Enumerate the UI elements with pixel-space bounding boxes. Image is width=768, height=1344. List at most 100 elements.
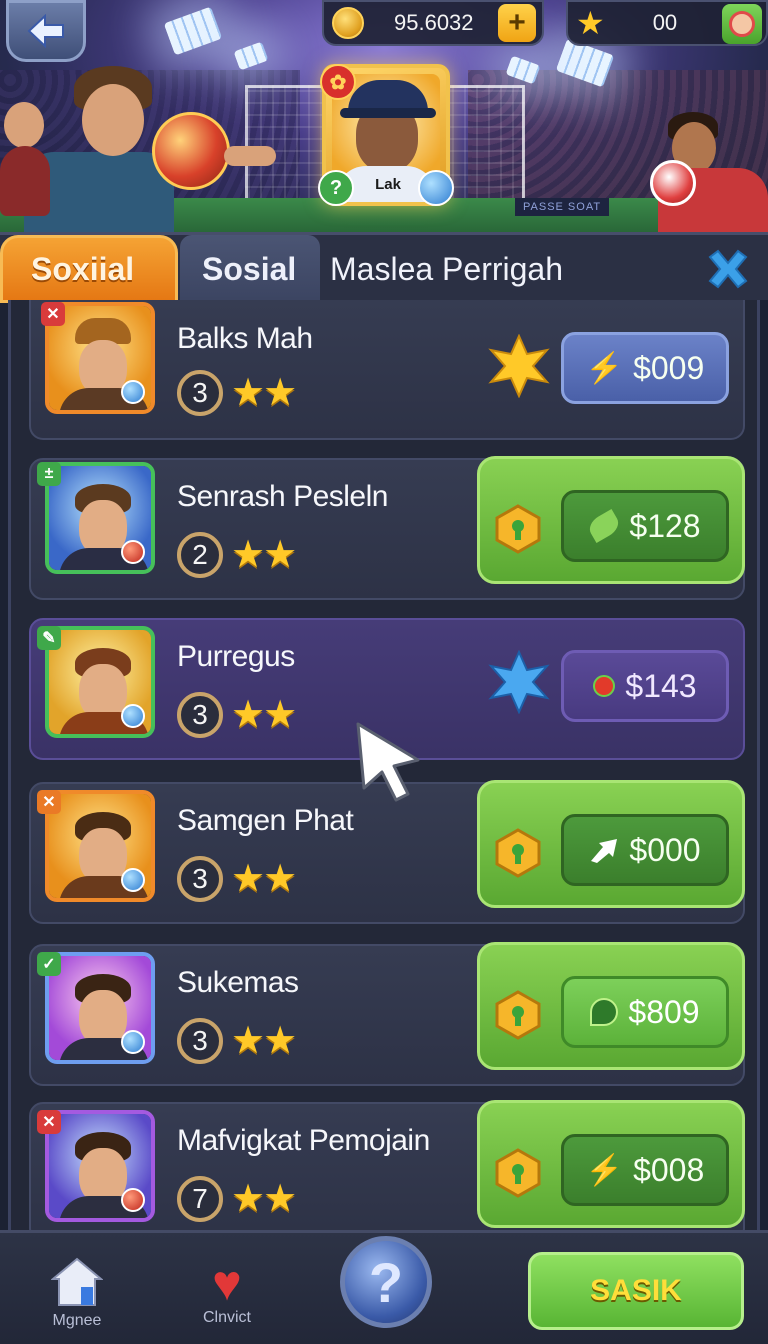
add-icon[interactable]: ✎ <box>37 626 61 650</box>
nav-home-label: Mgnee <box>52 1312 102 1329</box>
hero-player-bg <box>0 96 50 216</box>
remove-icon[interactable]: ✕ <box>37 790 61 814</box>
player-portrait <box>45 790 155 902</box>
profile-button[interactable] <box>722 4 762 44</box>
player-stars: ★★ <box>231 858 297 900</box>
player-stars: ★★ <box>231 534 297 576</box>
sasik-button[interactable]: SASIK <box>528 1252 744 1330</box>
price-label: $009 <box>633 349 705 386</box>
star-value: 00 <box>652 10 678 35</box>
hex-gem-icon <box>495 990 541 1040</box>
player-stars: ★★ <box>231 372 297 414</box>
player-name: Samgen Phat <box>177 804 354 837</box>
buy-button[interactable]: $128 <box>561 490 729 562</box>
coin-icon <box>332 7 364 39</box>
player-name: Sukemas <box>177 966 299 999</box>
arrow-icon <box>591 839 618 863</box>
player-portrait <box>45 1110 155 1222</box>
player-name: Purregus <box>177 640 295 673</box>
player-portrait <box>45 952 155 1064</box>
star-icon: ★ <box>576 5 605 41</box>
hex-gem-icon <box>495 828 541 878</box>
bolt-icon: ⚡ <box>585 1153 624 1187</box>
nav-favorites-label: Clnvict <box>202 1309 251 1326</box>
list-item[interactable]: ✕ Balks Mah 3 ★★ ⚡ $009 <box>29 300 745 440</box>
player-level: 7 <box>177 1176 223 1222</box>
hero-player-right <box>620 108 768 240</box>
avatar-icon <box>729 11 755 37</box>
heart-icon: ♥ <box>212 1255 242 1311</box>
list-item[interactable]: ✕ Mafvigkat Pemojain 7 ★★ ⚡ $008 <box>29 1100 745 1230</box>
check-icon[interactable]: ✓ <box>37 952 61 976</box>
add-icon[interactable]: ± <box>37 462 61 486</box>
ball-icon <box>121 540 145 564</box>
ball-icon <box>121 1030 145 1054</box>
ball-icon <box>121 1188 145 1212</box>
price-label: $143 <box>625 667 697 704</box>
player-level: 3 <box>177 370 223 416</box>
player-name: Balks Mah <box>177 322 313 355</box>
star-burst-icon <box>488 334 550 398</box>
price-label: $128 <box>629 507 701 544</box>
ball-icon <box>152 112 230 190</box>
list-item[interactable]: ± Senrash Pesleln 2 ★★ $128 <box>29 456 745 600</box>
remove-icon[interactable]: ✕ <box>37 1110 61 1134</box>
floodlight-icon <box>163 6 223 56</box>
club-crest-icon: ✿ <box>320 64 356 100</box>
price-label: $000 <box>629 831 701 868</box>
list-item[interactable]: ✓ Sukemas 3 ★★ $809 <box>29 942 745 1086</box>
bolt-icon: ⚡ <box>585 351 624 385</box>
ball-icon <box>121 380 145 404</box>
buy-button[interactable]: $000 <box>561 814 729 886</box>
price-label: $809 <box>628 993 700 1030</box>
player-level: 3 <box>177 692 223 738</box>
info-badge-icon[interactable]: ? <box>318 170 354 206</box>
player-level: 3 <box>177 1018 223 1064</box>
back-arrow-icon <box>27 14 64 48</box>
remove-icon[interactable]: ✕ <box>41 302 65 326</box>
leaf-icon <box>585 508 623 544</box>
close-icon[interactable] <box>706 249 750 289</box>
tab-bar: Soxiial Sosial Maslea Perrigah <box>0 232 768 303</box>
home-icon <box>50 1257 104 1306</box>
tab-sosial[interactable]: Sosial <box>180 235 320 303</box>
player-stars: ★★ <box>231 1020 297 1062</box>
hero-player-left <box>12 62 282 240</box>
star-counter: ★ 00 <box>566 0 768 46</box>
buy-button[interactable]: $143 <box>561 650 729 722</box>
list-item[interactable]: ✕ Samgen Phat 3 ★★ $000 <box>29 780 745 924</box>
player-name: Mafvigkat Pemojain <box>177 1124 430 1157</box>
buy-button[interactable]: ⚡ $008 <box>561 1134 729 1206</box>
player-portrait <box>45 462 155 574</box>
player-portrait <box>45 626 155 738</box>
price-label: $008 <box>633 1151 705 1188</box>
player-stars: ★★ <box>231 694 297 736</box>
back-button[interactable] <box>6 0 86 62</box>
featured-player-name: Lak <box>375 176 401 193</box>
ball-icon <box>121 704 145 728</box>
gem-icon <box>590 998 619 1026</box>
coin-counter: 95.6032 + <box>322 0 544 46</box>
player-name: Senrash Pesleln <box>177 480 388 513</box>
nav-home[interactable]: Mgnee <box>22 1257 132 1330</box>
ball-icon <box>121 868 145 892</box>
pointer-cursor-icon <box>356 722 420 802</box>
player-level: 2 <box>177 532 223 578</box>
hex-gem-icon <box>495 1148 541 1198</box>
add-coins-button[interactable]: + <box>498 4 536 42</box>
nav-favorites[interactable]: ♥ Clnvict <box>172 1257 282 1327</box>
racket-icon <box>593 675 616 697</box>
help-button[interactable]: ? <box>340 1236 432 1328</box>
buy-button[interactable]: $809 <box>561 976 729 1048</box>
tab-maslea-perrigah[interactable]: Maslea Perrigah <box>322 235 702 303</box>
stadium-sign: PASSE SOAT <box>515 198 610 216</box>
hex-gem-icon <box>495 504 541 554</box>
player-level: 3 <box>177 856 223 902</box>
blue-burst-icon <box>488 650 550 714</box>
coin-value: 95.6032 <box>394 10 474 35</box>
question-icon: ? <box>368 1250 404 1314</box>
tab-soxiial[interactable]: Soxiial <box>0 235 178 303</box>
buy-button[interactable]: ⚡ $009 <box>561 332 729 404</box>
ball-badge-icon <box>418 170 454 206</box>
player-stars: ★★ <box>231 1178 297 1220</box>
